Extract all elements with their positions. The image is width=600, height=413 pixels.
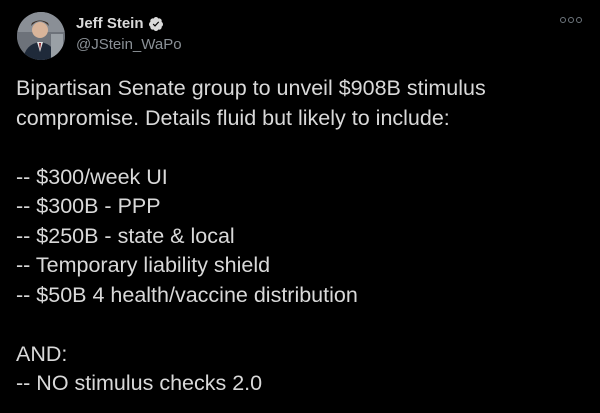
tweet-line: -- NO stimulus checks 2.0 (16, 371, 263, 395)
more-dot (576, 17, 582, 23)
tweet-line: -- $300/week UI (16, 164, 168, 189)
more-dot (568, 17, 574, 23)
verified-badge-icon (148, 17, 163, 31)
tweet-line: -- $300B - PPP (16, 194, 161, 218)
tweet-card: Jeff Stein @JStein_WaPo Bipartisan Senat… (0, 0, 600, 413)
avatar[interactable] (17, 12, 65, 60)
tweet-line: -- $250B - state & local (16, 223, 235, 248)
tweet-line: -- $50B 4 health/vaccine distribution (16, 282, 358, 307)
author-handle[interactable]: @JStein_WaPo (76, 35, 182, 55)
profile-photo-icon (17, 12, 65, 60)
tweet-line: compromise. Details fluid but likely to … (16, 105, 450, 130)
more-dot (560, 17, 566, 23)
more-options-icon[interactable] (560, 17, 582, 23)
tweet-line (16, 310, 586, 340)
tweet-line: AND: (16, 341, 68, 366)
tweet-line (16, 133, 586, 163)
tweet-text: Bipartisan Senate group to unveil $908B … (16, 74, 586, 399)
tweet-line: Bipartisan Senate group to unveil $908B … (16, 76, 486, 100)
tweet-line: -- Temporary liability shield (16, 253, 271, 277)
author-name-row[interactable]: Jeff Stein (76, 14, 164, 34)
display-name[interactable]: Jeff Stein (76, 14, 144, 34)
